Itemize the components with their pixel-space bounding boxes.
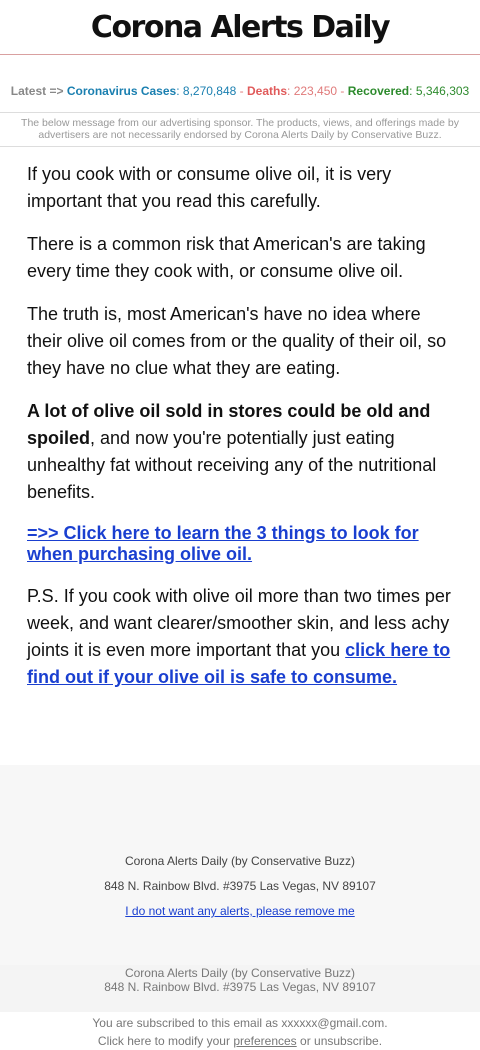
paragraph-2: There is a common risk that American's a…	[27, 234, 426, 281]
ticker-cases-label: Coronavirus Cases	[66, 84, 177, 98]
ticker-deaths-value: 223,450	[293, 84, 338, 98]
ticker-colon: :	[287, 84, 291, 98]
ticker-cases-value: 8,270,848	[182, 84, 237, 98]
ticker-recovered-label: Recovered	[347, 84, 410, 98]
paragraph-4: A lot of olive oil sold in stores could …	[27, 398, 453, 506]
paragraph-3: The truth is, most American's have no id…	[27, 304, 447, 378]
modify-prefix: Click here to modify your	[97, 1034, 234, 1048]
ticker-colon: :	[176, 84, 180, 98]
footer2-company: Corona Alerts Daily (by Conservative Buz…	[124, 966, 356, 980]
subscription-info: You are subscribed to this email as xxxx…	[0, 1014, 480, 1050]
ps-paragraph: P.S. If you cook with olive oil more tha…	[27, 583, 453, 691]
ticker-latest-label: Latest =>	[10, 84, 64, 98]
modify-subscription-line: Click here to modify your preferences or…	[0, 1032, 480, 1050]
paragraph-1: If you cook with or consume olive oil, i…	[27, 164, 392, 211]
sponsor-disclaimer: The below message from our advertising s…	[0, 112, 480, 147]
preferences-link[interactable]: preferences	[233, 1034, 296, 1048]
covid-ticker: Latest => Coronavirus Cases: 8,270,848 -…	[0, 83, 480, 99]
message-body: If you cook with or consume olive oil, i…	[0, 147, 480, 691]
ticker-separator: -	[340, 84, 345, 98]
email-footer: Corona Alerts Daily (by Conservative Buz…	[0, 765, 480, 965]
remove-alerts-link[interactable]: I do not want any alerts, please remove …	[125, 904, 354, 918]
footer-address: 848 N. Rainbow Blvd. #3975 Las Vegas, NV…	[104, 879, 376, 893]
brand-logo: Corona Alerts Daily	[90, 9, 391, 45]
cta-link[interactable]: =>> Click here to learn the 3 things to …	[27, 523, 419, 564]
ticker-colon: :	[409, 84, 413, 98]
footer-unsubscribe: I do not want any alerts, please remove …	[0, 904, 480, 918]
ticker-deaths-label: Deaths	[246, 84, 287, 98]
footer-company: Corona Alerts Daily (by Conservative Buz…	[124, 854, 356, 868]
cta-block: =>> Click here to learn the 3 things to …	[27, 523, 453, 565]
ticker-separator: -	[239, 84, 244, 98]
modify-suffix: or unsubscribe.	[296, 1034, 383, 1048]
email-header: Corona Alerts Daily	[0, 0, 480, 55]
footer2-address: 848 N. Rainbow Blvd. #3975 Las Vegas, NV…	[104, 980, 376, 994]
secondary-footer: Corona Alerts Daily (by Conservative Buz…	[0, 965, 480, 1012]
subscribed-email-line: You are subscribed to this email as xxxx…	[92, 1016, 388, 1030]
ticker-recovered-value: 5,346,303	[415, 84, 470, 98]
